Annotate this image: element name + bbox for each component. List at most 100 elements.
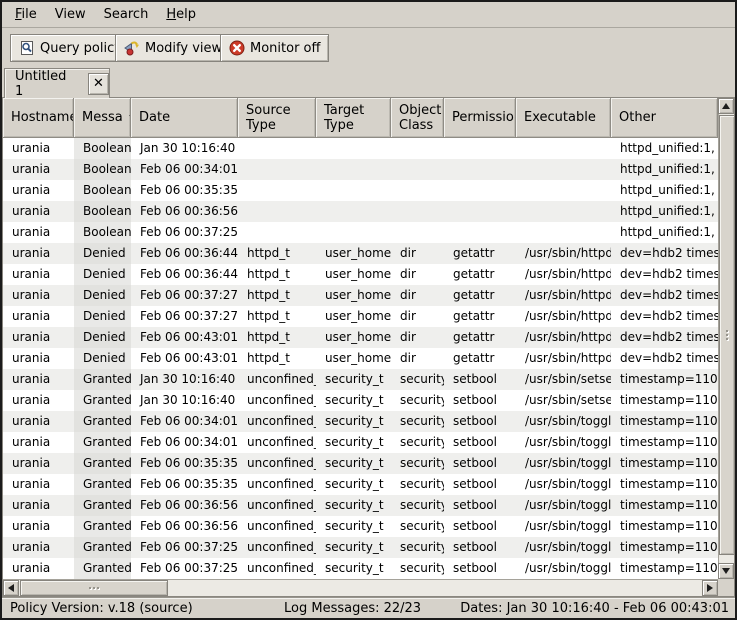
close-icon: ✕ [93,77,104,90]
query-policy-label: Query policy [40,41,122,56]
cell-object-class: dir [391,348,444,369]
scroll-right-button[interactable] [702,580,718,596]
column-header-message[interactable]: Messa [74,98,131,138]
cell-other: timestamp=11076 [611,516,718,537]
table-row[interactable]: uraniaGrantedJan 30 10:16:40unconfined_s… [3,390,718,411]
cell-hostname: urania [3,558,74,579]
modify-view-label: Modify view [145,41,222,56]
cell-target-type: user_home_ [316,243,391,264]
menu-search[interactable]: Search [95,3,158,26]
cell-source-type [238,159,316,180]
table-row[interactable]: uraniaGrantedFeb 06 00:36:56unconfined_s… [3,516,718,537]
scroll-up-button[interactable] [718,98,734,114]
cell-executable [516,138,611,159]
table-row[interactable]: uraniaBooleanFeb 06 00:37:25httpd_unifie… [3,222,718,243]
column-header-other[interactable]: Other [611,98,718,138]
table-row[interactable]: uraniaDeniedFeb 06 00:37:27httpd_tuser_h… [3,306,718,327]
column-header-target-type[interactable]: Target Type [316,98,391,138]
monitor-off-button[interactable]: Monitor off [220,34,329,62]
cell-executable: /usr/sbin/toggle [516,537,611,558]
column-header-object-class[interactable]: Object Class [391,98,444,138]
table-header: Hostname Messa DateSource TypeTarget Type O… [3,98,718,138]
menu-file[interactable]: File [6,3,46,26]
cell-source-type: unconfined_ [238,495,316,516]
cell-other: dev=hdb2 timesta [611,327,718,348]
arrow-up-icon [722,103,730,109]
tab-close-button[interactable]: ✕ [88,73,109,95]
modify-view-button[interactable]: Modify view [115,34,231,62]
cell-other: dev=hdb2 timesta [611,243,718,264]
cell-other: timestamp=11076 [611,474,718,495]
cell-other: httpd_unified:1, h [611,138,718,159]
cell-target-type [316,159,391,180]
horizontal-scrollbar-thumb[interactable] [20,580,168,596]
cell-permission [444,138,516,159]
column-header-permission[interactable]: Permission [444,98,516,138]
cell-permission [444,222,516,243]
table-row[interactable]: uraniaGrantedJan 30 10:16:40unconfined_s… [3,369,718,390]
column-header-date[interactable]: Date [131,98,238,138]
cell-permission: setbool [444,390,516,411]
query-policy-button[interactable]: Query policy [10,34,131,62]
vertical-scrollbar[interactable] [718,98,734,579]
table-row[interactable]: uraniaGrantedFeb 06 00:35:35unconfined_s… [3,474,718,495]
cell-executable: /usr/sbin/httpd [516,285,611,306]
table-row[interactable]: uraniaDeniedFeb 06 00:37:27httpd_tuser_h… [3,285,718,306]
column-header-label: Messa [82,110,123,125]
column-header-executable[interactable]: Executable [516,98,611,138]
column-header-label: Object Class [399,103,441,133]
cell-target-type: security_t [316,537,391,558]
cell-target-type [316,180,391,201]
horizontal-scrollbar[interactable] [3,579,718,596]
table-row[interactable]: uraniaGrantedFeb 06 00:34:01unconfined_s… [3,432,718,453]
cell-target-type [316,201,391,222]
column-header-source-type[interactable]: Source Type [238,98,316,138]
cell-executable: /usr/sbin/httpd [516,306,611,327]
tab-untitled-1[interactable]: Untitled 1 ✕ [4,68,110,98]
scroll-left-button[interactable] [3,580,19,596]
table-row[interactable]: uraniaBooleanJan 30 10:16:40httpd_unifie… [3,138,718,159]
cell-date: Feb 06 00:37:27 [131,285,238,306]
cell-hostname: urania [3,306,74,327]
table-row[interactable]: uraniaDeniedFeb 06 00:43:01httpd_tuser_h… [3,348,718,369]
table-row[interactable]: uraniaDeniedFeb 06 00:36:44httpd_tuser_h… [3,243,718,264]
menu-help[interactable]: Help [157,3,205,26]
cell-message: Granted [74,537,131,558]
scrollbar-corner [718,579,734,596]
cell-other: httpd_unified:1, h [611,201,718,222]
table-row[interactable]: uraniaBooleanFeb 06 00:36:56httpd_unifie… [3,201,718,222]
table-row[interactable]: uraniaBooleanFeb 06 00:34:01httpd_unifie… [3,159,718,180]
table-row[interactable]: uraniaGrantedFeb 06 00:37:25unconfined_s… [3,537,718,558]
table-row[interactable]: uraniaDeniedFeb 06 00:43:01httpd_tuser_h… [3,327,718,348]
cell-permission: setbool [444,369,516,390]
cell-object-class: dir [391,264,444,285]
cell-message: Denied [74,285,131,306]
cell-date: Feb 06 00:37:27 [131,306,238,327]
cell-date: Jan 30 10:16:40 [131,369,238,390]
column-header-hostname[interactable]: Hostname [3,98,74,138]
table-row[interactable]: uraniaBooleanFeb 06 00:35:35httpd_unifie… [3,180,718,201]
cell-other: httpd_unified:1, h [611,180,718,201]
table-row[interactable]: uraniaGrantedFeb 06 00:34:01unconfined_s… [3,411,718,432]
table-row[interactable]: uraniaGrantedFeb 06 00:35:35unconfined_s… [3,453,718,474]
cell-target-type: security_t [316,432,391,453]
cell-executable: /usr/sbin/httpd [516,264,611,285]
cell-date: Feb 06 00:35:35 [131,474,238,495]
cell-date: Feb 06 00:35:35 [131,180,238,201]
vertical-scrollbar-thumb[interactable] [719,115,735,555]
table-row[interactable]: uraniaGrantedFeb 06 00:36:56unconfined_s… [3,495,718,516]
cell-source-type: unconfined_ [238,537,316,558]
scroll-down-button[interactable] [718,563,734,579]
cell-other: httpd_unified:1, h [611,159,718,180]
table-row[interactable]: uraniaDeniedFeb 06 00:36:44httpd_tuser_h… [3,264,718,285]
cell-hostname: urania [3,285,74,306]
cell-object-class [391,159,444,180]
column-header-label: Hostname [11,110,74,125]
dates-status: Dates: Jan 30 10:16:40 - Feb 06 00:43:01 [460,600,729,617]
cell-message: Boolean [74,180,131,201]
cell-permission: getattr [444,264,516,285]
menu-view[interactable]: View [46,3,95,26]
cell-message: Denied [74,243,131,264]
table-row[interactable]: uraniaGrantedFeb 06 00:37:25unconfined_s… [3,558,718,579]
cell-object-class: dir [391,327,444,348]
